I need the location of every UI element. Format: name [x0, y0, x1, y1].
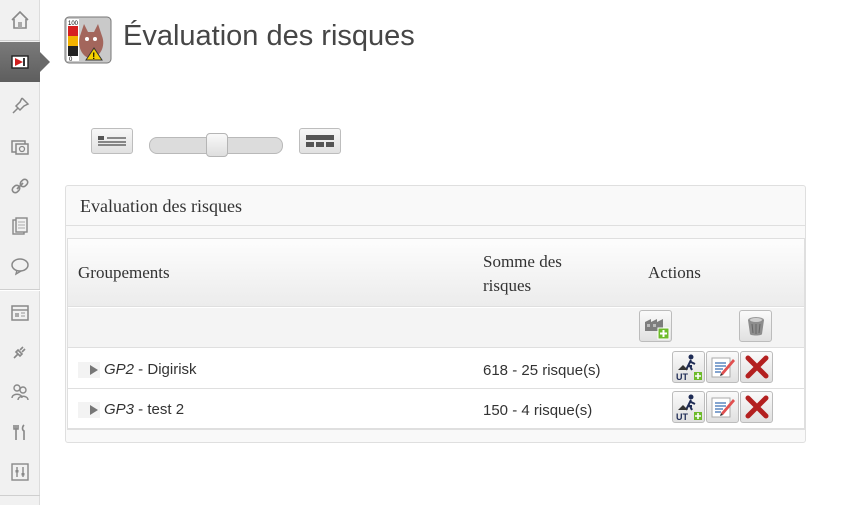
add-work-unit-icon: UT: [676, 394, 702, 421]
list-view-button[interactable]: [91, 128, 133, 154]
risk-evaluation-app-icon: 100 0 !: [64, 16, 112, 64]
edit-button[interactable]: [706, 391, 739, 423]
expand-arrow-icon[interactable]: [78, 401, 100, 418]
trash-bin-button[interactable]: [739, 310, 772, 342]
panel-title: Evaluation des risques: [80, 196, 242, 216]
link-icon[interactable]: [0, 166, 40, 206]
risk-sum-cell: 618 - 25 risque(s): [483, 362, 601, 379]
table-row[interactable]: GP2 - Digirisk 618 - 25 risque(s) UT: [68, 349, 804, 389]
view-slider-handle[interactable]: [206, 133, 228, 157]
table-view-button[interactable]: [299, 128, 341, 154]
page-title: Évaluation des risques: [123, 20, 415, 52]
add-actions-row: [68, 308, 804, 348]
add-work-unit-icon: UT: [676, 354, 702, 381]
risk-sum-cell: 150 - 4 risque(s): [483, 402, 593, 419]
column-header-groupements[interactable]: Groupements: [78, 263, 170, 283]
table-row[interactable]: GP3 - test 2 150 - 4 risque(s) UT: [68, 389, 804, 429]
column-header-actions: Actions: [648, 263, 701, 282]
edit-icon: [711, 357, 735, 378]
trash-bin-icon: [747, 317, 764, 336]
comments-icon[interactable]: [0, 246, 40, 286]
media-icon[interactable]: [0, 126, 40, 166]
pages-icon[interactable]: [0, 206, 40, 246]
appearance-icon[interactable]: [0, 293, 40, 333]
list-view-icon: [98, 136, 126, 146]
risk-evaluation-icon[interactable]: [0, 42, 50, 82]
svg-text:!: !: [92, 51, 95, 61]
settings-icon[interactable]: [0, 452, 40, 492]
users-icon[interactable]: [0, 372, 40, 412]
table-view-icon: [306, 135, 334, 147]
add-work-unit-button[interactable]: UT: [672, 391, 705, 423]
work-unit-badge: UT: [676, 412, 688, 421]
add-work-unit-button[interactable]: UT: [672, 351, 705, 383]
grouping-separator: -: [134, 401, 148, 418]
groupings-table: Groupements Somme des risques Actions GP…: [67, 238, 805, 430]
delete-icon: [745, 355, 768, 379]
grouping-name: Digirisk: [147, 361, 197, 378]
delete-button[interactable]: [740, 391, 773, 423]
edit-icon: [711, 397, 735, 418]
edit-button[interactable]: [706, 351, 739, 383]
delete-icon: [745, 395, 768, 419]
work-unit-badge: UT: [676, 372, 688, 381]
pin-icon[interactable]: [0, 86, 40, 126]
expand-arrow-icon[interactable]: [78, 361, 100, 378]
svg-text:100: 100: [68, 21, 79, 27]
grouping-ref: GP2: [104, 361, 135, 378]
grouping-ref: GP3: [104, 401, 135, 418]
tools-icon[interactable]: [0, 412, 40, 452]
column-header-somme-des-risques[interactable]: Somme des risques: [483, 250, 593, 298]
plugins-icon[interactable]: [0, 332, 40, 372]
home-icon[interactable]: [0, 0, 40, 40]
grouping-name-cell: GP2 - Digirisk: [78, 361, 197, 378]
add-group-icon: [644, 319, 669, 340]
delete-button[interactable]: [740, 351, 773, 383]
table-header: Groupements Somme des risques Actions: [68, 239, 804, 307]
grouping-separator: -: [134, 361, 148, 378]
grouping-name-cell: GP3 - test 2: [78, 401, 184, 418]
grouping-name: test 2: [147, 401, 185, 418]
add-group-button[interactable]: [639, 310, 672, 342]
risk-evaluation-panel: Evaluation des risques Groupements Somme…: [65, 185, 806, 443]
admin-sidebar: [0, 0, 50, 505]
